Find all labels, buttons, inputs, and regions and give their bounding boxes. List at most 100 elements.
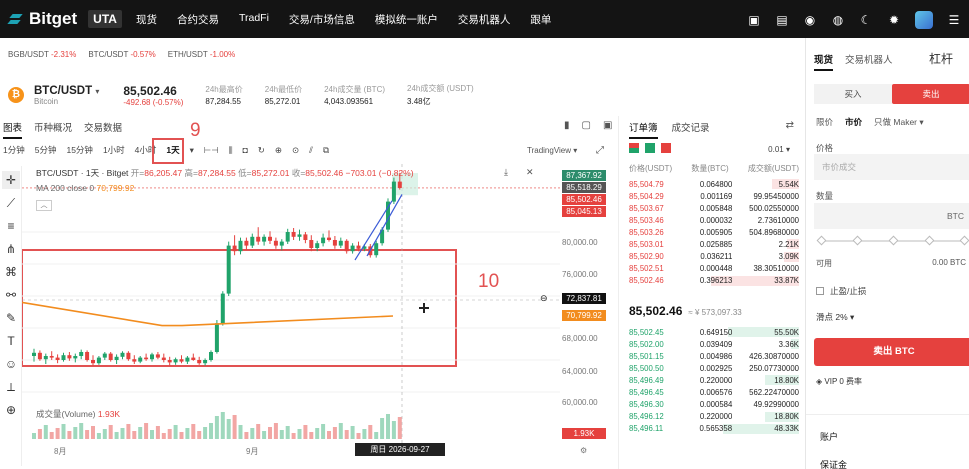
- pitchfork-icon[interactable]: ⋔: [2, 240, 20, 258]
- ticker-item[interactable]: BTC/USDT -0.57%: [88, 50, 155, 59]
- buy-tab[interactable]: 买入: [814, 84, 892, 104]
- tab-orderbook[interactable]: 订单簿: [629, 120, 658, 139]
- refresh-icon[interactable]: ↻: [258, 145, 265, 156]
- gear-icon[interactable]: ✹: [887, 13, 901, 27]
- slider-stop[interactable]: [959, 235, 969, 246]
- vip-fee[interactable]: ◈ VIP 0 费率: [816, 376, 862, 387]
- pattern-icon[interactable]: ⌘: [2, 263, 20, 281]
- candle-type-icon[interactable]: ⫼: [229, 145, 233, 156]
- bids-only-icon[interactable]: [645, 143, 655, 153]
- orderbook-view-toggle[interactable]: [629, 143, 671, 153]
- account-section[interactable]: 账户: [820, 430, 838, 443]
- trend-line-icon[interactable]: ⟋: [2, 194, 20, 212]
- fx-icon[interactable]: ⧉: [323, 145, 329, 156]
- nav-item-spot[interactable]: 现货: [136, 12, 157, 27]
- ask-row[interactable]: 85,503.01 0.025885 2.21K: [629, 238, 799, 250]
- ask-row[interactable]: 85,502.46 0.396213 33.87K: [629, 275, 799, 287]
- tab-trading-data[interactable]: 交易数据: [84, 120, 122, 139]
- menu-icon[interactable]: ☰: [947, 13, 961, 27]
- uta-badge[interactable]: UTA: [88, 10, 122, 28]
- nav-item-tradfi[interactable]: TradFi: [239, 12, 269, 27]
- collapse-legend-icon[interactable]: ︿: [36, 200, 52, 211]
- both-sides-icon[interactable]: [629, 143, 639, 153]
- asks-only-icon[interactable]: [661, 143, 671, 153]
- interval-5m[interactable]: 5分钟: [35, 144, 57, 156]
- fib-icon[interactable]: ⚯: [2, 286, 20, 304]
- compare-icon[interactable]: ⊢⊣: [204, 145, 219, 156]
- save-icon[interactable]: ▮: [564, 120, 570, 131]
- ma-legend[interactable]: MA 200 close 0 70,799.92: [36, 183, 134, 193]
- ask-row[interactable]: 85,504.79 0.064800 5.54K: [629, 178, 799, 190]
- interval-1h[interactable]: 1小时: [103, 144, 125, 156]
- interval-1m[interactable]: 1分钟: [3, 144, 25, 156]
- nav-item-copy[interactable]: 跟单: [530, 12, 551, 27]
- tab-trades[interactable]: 成交记录: [672, 120, 710, 139]
- add-indicator-icon[interactable]: ⊕: [275, 145, 282, 156]
- bid-row[interactable]: 85,496.30 0.000584 49.92990000: [629, 399, 799, 411]
- ask-row[interactable]: 85,503.46 0.000032 2.73610000: [629, 214, 799, 226]
- bar-chart-icon[interactable]: ⫽: [309, 145, 313, 156]
- bid-row[interactable]: 85,500.50 0.002925 250.07730000: [629, 362, 799, 374]
- download-icon[interactable]: ▣: [747, 13, 761, 27]
- slider-stop[interactable]: [852, 235, 863, 246]
- order-type-market[interactable]: 市价: [845, 116, 862, 128]
- ask-row[interactable]: 85,503.26 0.005905 504.89680000: [629, 226, 799, 238]
- emoji-icon[interactable]: ☺: [2, 355, 20, 373]
- bid-row[interactable]: 85,496.11 0.565358 48.33K: [629, 423, 799, 435]
- order-type-maker[interactable]: 只做 Maker ▾: [874, 116, 924, 128]
- pair-selector[interactable]: BTC/USDT ▾ Bitcoin: [34, 85, 99, 106]
- bid-row[interactable]: 85,502.45 0.649150 55.50K: [629, 326, 799, 338]
- ask-row[interactable]: 85,502.51 0.000448 38.30510000: [629, 263, 799, 275]
- expand-icon[interactable]: ▣: [603, 120, 612, 131]
- tab-spot[interactable]: 现货: [814, 52, 834, 71]
- slippage-select[interactable]: 滑点 2% ▾: [816, 311, 854, 323]
- amount-slider[interactable]: [816, 235, 969, 246]
- nav-item-markets[interactable]: 交易/市场信息: [289, 12, 355, 27]
- tab-overview[interactable]: 币种概况: [34, 120, 72, 139]
- ticker-item[interactable]: BGB/USDT -2.31%: [8, 50, 76, 59]
- order-type-limit[interactable]: 限价: [816, 116, 833, 128]
- slider-stop[interactable]: [924, 235, 935, 246]
- nav-item-bots[interactable]: 交易机器人: [458, 12, 511, 27]
- price-input[interactable]: 市价成交: [814, 154, 969, 180]
- globe-icon[interactable]: ◍: [831, 13, 845, 27]
- tab-bots[interactable]: 交易机器人: [845, 52, 893, 71]
- qty-input[interactable]: BTC: [814, 203, 969, 229]
- bid-row[interactable]: 85,501.15 0.004986 426.30870000: [629, 350, 799, 362]
- sell-tab[interactable]: 卖出: [892, 84, 969, 104]
- leverage-toggle[interactable]: 杠杆: [929, 50, 953, 67]
- bid-row[interactable]: 85,502.00 0.039409 3.36K: [629, 338, 799, 350]
- close-icon[interactable]: ✕: [526, 167, 534, 178]
- nav-item-futures[interactable]: 合约交易: [177, 12, 219, 27]
- tab-chart[interactable]: 图表: [3, 120, 23, 139]
- layout-icon[interactable]: ▢: [582, 120, 591, 131]
- brush-icon[interactable]: ✎: [2, 309, 20, 327]
- settings-icon[interactable]: ⚙: [580, 446, 587, 455]
- record-icon[interactable]: ⊙: [292, 145, 299, 156]
- interval-15m[interactable]: 15分钟: [66, 144, 92, 156]
- slider-stop[interactable]: [888, 235, 899, 246]
- wallet-icon[interactable]: ▤: [775, 13, 789, 27]
- text-tool-icon[interactable]: T: [2, 332, 20, 350]
- chart-area[interactable]: BTC/USDT · 1天 · Bitget 开=86,205.47 高=87,…: [22, 164, 608, 459]
- zoom-icon[interactable]: ⊕: [2, 401, 20, 419]
- ask-row[interactable]: 85,504.29 0.001169 99.95450000: [629, 190, 799, 202]
- bid-row[interactable]: 85,496.45 0.006576 562.22470000: [629, 386, 799, 398]
- precision-select[interactable]: 0.01 ▾: [768, 145, 790, 154]
- swap-icon[interactable]: ⇄: [786, 120, 794, 131]
- horizontal-lines-icon[interactable]: ≡: [2, 217, 20, 235]
- crosshair-menu-icon[interactable]: ⊖: [540, 293, 548, 304]
- avatar[interactable]: [915, 11, 933, 29]
- camera-icon[interactable]: ◘: [243, 145, 248, 155]
- ticker-item[interactable]: ETH/USDT -1.00%: [168, 50, 235, 59]
- moon-icon[interactable]: ☾: [859, 13, 873, 27]
- bid-row[interactable]: 85,496.49 0.220000 18.80K: [629, 374, 799, 386]
- ask-row[interactable]: 85,502.90 0.036211 3.09K: [629, 251, 799, 263]
- chevron-down-icon[interactable]: ▾: [190, 145, 194, 156]
- tradingview-selector[interactable]: TradingView ▾: [527, 146, 577, 155]
- margin-section[interactable]: 保证金: [820, 458, 847, 469]
- crosshair-tool-icon[interactable]: ✛: [2, 171, 20, 189]
- logo[interactable]: Bitget UTA: [8, 9, 122, 29]
- tpsl-checkbox[interactable]: 止盈/止损: [816, 285, 866, 297]
- checkbox-icon[interactable]: [816, 287, 824, 295]
